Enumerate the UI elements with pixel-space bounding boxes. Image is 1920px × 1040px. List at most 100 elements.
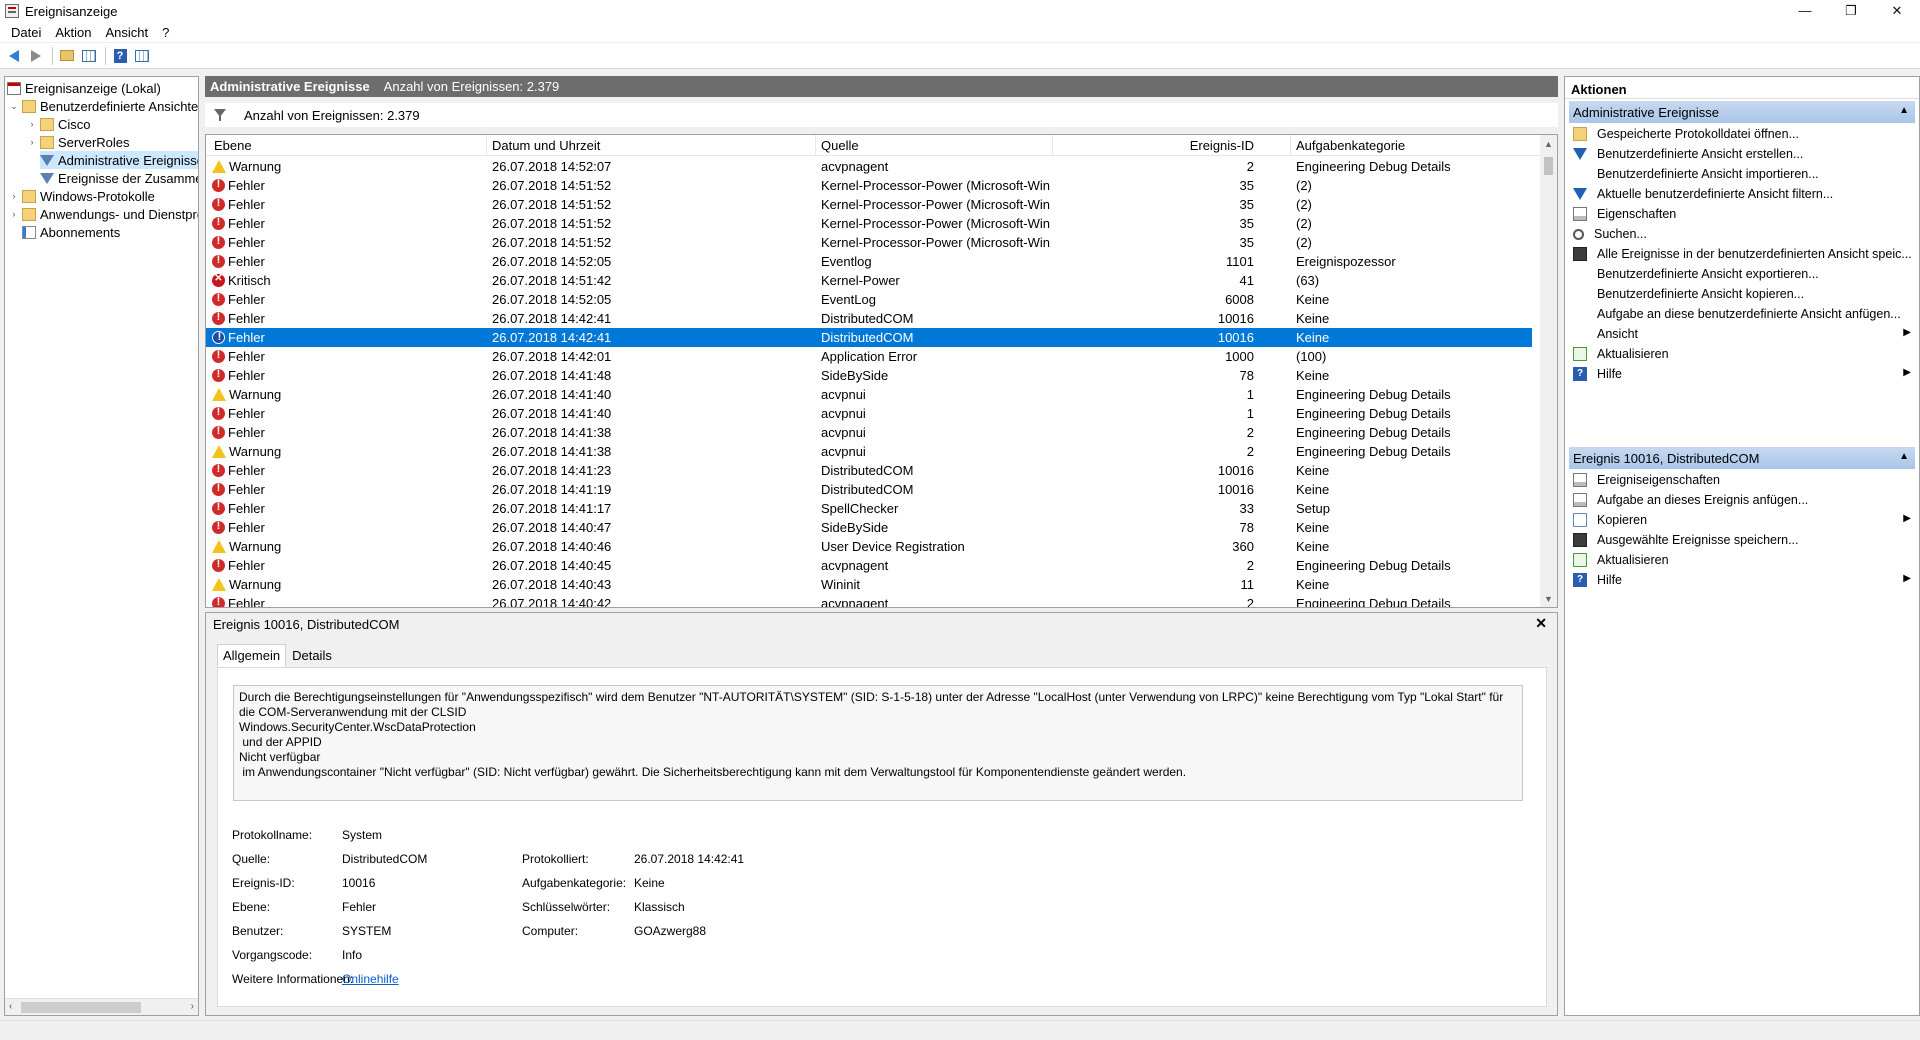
table-row[interactable]: Fehler 26.07.2018 14:40:45 acvpnagent 2 Engi…: [206, 556, 1532, 575]
actions-section-event[interactable]: Ereignis 10016, DistributedCOM ▲: [1569, 447, 1915, 469]
up-folder-button[interactable]: [57, 46, 77, 66]
action-item[interactable]: Ereigniseigenschaften: [1573, 470, 1913, 490]
action-item[interactable]: Aktuelle benutzerdefinierte Ansicht filt…: [1573, 184, 1913, 204]
table-row[interactable]: Warnung 26.07.2018 14:40:46 User Device Re…: [206, 537, 1532, 556]
column-divider[interactable]: [1290, 135, 1291, 156]
menu-help[interactable]: ?: [155, 25, 176, 40]
close-button[interactable]: ✕: [1874, 0, 1920, 22]
table-row[interactable]: Fehler 26.07.2018 14:42:41 DistributedCOM 1…: [206, 328, 1532, 347]
tree-item-administrative-events[interactable]: Administrative Ereignisse: [40, 151, 198, 169]
table-row[interactable]: Fehler 26.07.2018 14:41:17 SpellChecker 33 S…: [206, 499, 1532, 518]
tab-general[interactable]: Allgemein: [217, 644, 287, 667]
tree-item-summary-events[interactable]: Ereignisse der Zusammen: [40, 169, 198, 187]
scroll-right-icon[interactable]: ›: [191, 1001, 194, 1012]
tree-item-serverroles[interactable]: › ServerRoles: [27, 133, 130, 151]
action-item[interactable]: Gespeicherte Protokolldatei öffnen...: [1573, 124, 1913, 144]
collapse-icon[interactable]: ▲: [1899, 451, 1909, 462]
action-item[interactable]: Aufgabe an diese benutzerdefinierte Ansi…: [1573, 304, 1913, 324]
table-row[interactable]: Fehler 26.07.2018 14:41:40 acvpnui 1 Enginee…: [206, 404, 1532, 423]
column-level[interactable]: Ebene: [214, 138, 252, 153]
action-item[interactable]: Benutzerdefinierte Ansicht exportieren..…: [1573, 264, 1913, 284]
expander-icon[interactable]: ⌄: [9, 101, 19, 112]
column-divider[interactable]: [1052, 135, 1053, 156]
menu-datei[interactable]: Datei: [4, 25, 48, 40]
column-event-id[interactable]: Ereignis-ID: [1056, 138, 1254, 153]
horizontal-scrollbar[interactable]: ‹ ›: [5, 998, 198, 1015]
expander-icon[interactable]: ›: [9, 191, 19, 201]
table-row[interactable]: Kritisch 26.07.2018 14:51:42 Kernel-Power 4…: [206, 271, 1532, 290]
expander-icon[interactable]: ›: [9, 209, 19, 219]
table-row[interactable]: Fehler 26.07.2018 14:41:23 DistributedCOM 1…: [206, 461, 1532, 480]
tree-item-custom-views[interactable]: ⌄ Benutzerdefinierte Ansichten: [9, 97, 198, 115]
action-item[interactable]: Aufgabe an dieses Ereignis anfügen...: [1573, 490, 1913, 510]
tree-item-windows-logs[interactable]: › Windows-Protokolle: [9, 187, 155, 205]
table-row[interactable]: Fehler 26.07.2018 14:41:48 SideBySide 78 Kei…: [206, 366, 1532, 385]
action-item[interactable]: Suchen...: [1573, 224, 1913, 244]
event-description[interactable]: Durch die Berechtigungseinstellungen für…: [233, 685, 1523, 801]
action-item[interactable]: Aktualisieren: [1573, 344, 1913, 364]
error-icon: [212, 596, 225, 607]
tree-item-label: Cisco: [58, 116, 91, 132]
table-row[interactable]: Fehler 26.07.2018 14:51:52 Kernel-Processo…: [206, 176, 1532, 195]
table-row[interactable]: Fehler 26.07.2018 14:42:01 Application Err…: [206, 347, 1532, 366]
scroll-left-icon[interactable]: ‹: [9, 1001, 12, 1012]
table-row[interactable]: Warnung 26.07.2018 14:41:38 acvpnui 2 Engine…: [206, 442, 1532, 461]
menu-ansicht[interactable]: Ansicht: [99, 25, 156, 40]
expander-icon[interactable]: ›: [27, 119, 37, 129]
tree-item-subscriptions[interactable]: Abonnements: [22, 223, 120, 241]
table-row[interactable]: Fehler 26.07.2018 14:42:41 DistributedCOM 1…: [206, 309, 1532, 328]
vertical-scrollbar[interactable]: ▲ ▼: [1540, 135, 1557, 607]
close-detail-icon[interactable]: ✕: [1535, 615, 1547, 632]
action-item[interactable]: Ausgewählte Ereignisse speichern...: [1573, 530, 1913, 550]
scroll-down-icon[interactable]: ▼: [1544, 594, 1553, 604]
action-item[interactable]: Kopieren ▶: [1573, 510, 1913, 530]
collapse-icon[interactable]: ▲: [1899, 105, 1909, 116]
actions-section-view[interactable]: Administrative Ereignisse ▲: [1569, 101, 1915, 123]
help-button[interactable]: ?: [110, 46, 130, 66]
table-row[interactable]: Warnung 26.07.2018 14:40:43 Wininit 11 Keine: [206, 575, 1532, 594]
action-item[interactable]: Alle Ereignisse in der benutzerdefiniert…: [1573, 244, 1913, 264]
show-hide-action-pane-button[interactable]: [132, 46, 152, 66]
expander-icon[interactable]: ›: [27, 137, 37, 147]
tree-item-cisco[interactable]: › Cisco: [27, 115, 91, 133]
forward-button[interactable]: [26, 46, 46, 66]
action-item[interactable]: ? Hilfe ▶: [1573, 364, 1913, 384]
scroll-thumb[interactable]: [1544, 157, 1553, 175]
column-task-category[interactable]: Aufgabenkategorie: [1296, 138, 1405, 153]
cell-level: Fehler: [212, 197, 482, 212]
table-row[interactable]: Fehler 26.07.2018 14:40:42 acvpnagent 2 Engi…: [206, 594, 1532, 607]
action-item[interactable]: Benutzerdefinierte Ansicht kopieren...: [1573, 284, 1913, 304]
table-row[interactable]: Fehler 26.07.2018 14:41:19 DistributedCOM 1…: [206, 480, 1532, 499]
table-row[interactable]: Fehler 26.07.2018 14:52:05 Eventlog 1101 Ere…: [206, 252, 1532, 271]
restore-button[interactable]: ❐: [1828, 0, 1874, 22]
scroll-up-icon[interactable]: ▲: [1544, 139, 1553, 149]
tab-details[interactable]: Details: [286, 644, 338, 667]
table-row[interactable]: Fehler 26.07.2018 14:51:52 Kernel-Processo…: [206, 214, 1532, 233]
table-row[interactable]: Fehler 26.07.2018 14:40:47 SideBySide 78 Kei…: [206, 518, 1532, 537]
table-row[interactable]: Fehler 26.07.2018 14:51:52 Kernel-Processo…: [206, 233, 1532, 252]
action-item[interactable]: Aktualisieren: [1573, 550, 1913, 570]
table-row[interactable]: Warnung 26.07.2018 14:41:40 acvpnui 1 Engine…: [206, 385, 1532, 404]
action-item[interactable]: Benutzerdefinierte Ansicht erstellen...: [1573, 144, 1913, 164]
action-item[interactable]: Eigenschaften: [1573, 204, 1913, 224]
column-source[interactable]: Quelle: [821, 138, 859, 153]
action-item[interactable]: Ansicht ▶: [1573, 324, 1913, 344]
online-help-link[interactable]: Onlinehilfe: [342, 972, 399, 986]
table-row[interactable]: Warnung 26.07.2018 14:52:07 acvpnagent 2 Eng…: [206, 157, 1532, 176]
scroll-thumb[interactable]: [21, 1002, 141, 1013]
show-hide-tree-button[interactable]: [79, 46, 99, 66]
folder-icon: [40, 135, 54, 149]
table-row[interactable]: Fehler 26.07.2018 14:52:05 EventLog 6008 Kei…: [206, 290, 1532, 309]
table-row[interactable]: Fehler 26.07.2018 14:51:52 Kernel-Processo…: [206, 195, 1532, 214]
menu-aktion[interactable]: Aktion: [48, 25, 98, 40]
column-divider[interactable]: [815, 135, 816, 156]
column-date[interactable]: Datum und Uhrzeit: [492, 138, 600, 153]
table-row[interactable]: Fehler 26.07.2018 14:41:38 acvpnui 2 Enginee…: [206, 423, 1532, 442]
back-button[interactable]: [4, 46, 24, 66]
action-item[interactable]: Benutzerdefinierte Ansicht importieren..…: [1573, 164, 1913, 184]
column-divider[interactable]: [486, 135, 487, 156]
minimize-button[interactable]: —: [1782, 0, 1828, 22]
tree-item-local[interactable]: Ereignisanzeige (Lokal): [7, 79, 161, 97]
action-item[interactable]: ? Hilfe ▶: [1573, 570, 1913, 590]
tree-item-app-service-logs[interactable]: › Anwendungs- und Dienstpro: [9, 205, 199, 223]
